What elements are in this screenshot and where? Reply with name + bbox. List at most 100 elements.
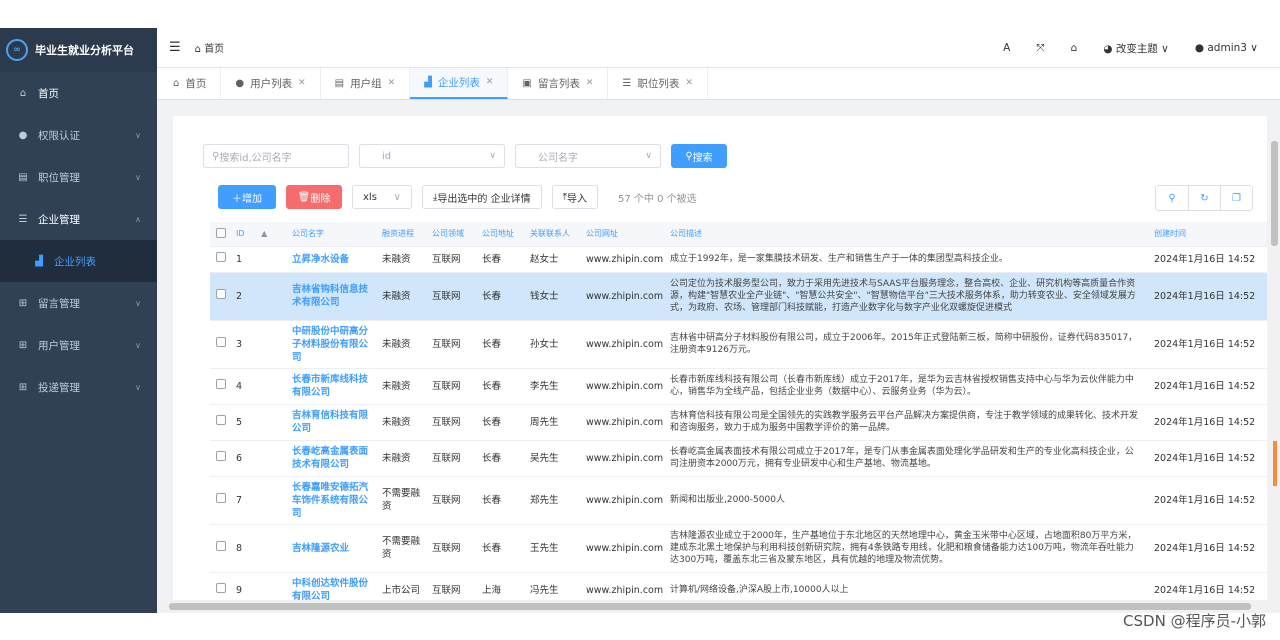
row-checkbox[interactable] — [216, 451, 226, 461]
tab-user-list[interactable]: ● 用户列表 ✕ — [221, 67, 321, 99]
close-icon[interactable]: ✕ — [685, 78, 693, 88]
scrollbar-thumb[interactable] — [1271, 141, 1278, 246]
row-select-cell[interactable] — [210, 440, 230, 477]
sidebar-item-home[interactable]: ⌂ 首页 — [0, 72, 157, 114]
delete-button[interactable]: 🗑 删除 — [286, 185, 342, 209]
hamburger-icon[interactable]: ☰ — [169, 40, 181, 55]
row-select-cell[interactable] — [210, 476, 230, 525]
column-header[interactable]: ID ▲ — [230, 222, 286, 247]
chevron-down-icon: ∨ — [135, 172, 141, 182]
company-name-link[interactable]: 长春屹高金属表面技术有限公司 — [286, 440, 376, 477]
table-row[interactable]: 2 吉林省钩科信息技术有限公司 未融资 互联网 长春 钱女士 www.zhipi… — [210, 272, 1267, 321]
sidebar-item-users[interactable]: ⊞ 用户管理 ∨ — [0, 324, 157, 366]
row-checkbox[interactable] — [216, 541, 226, 551]
row-select-cell[interactable] — [210, 246, 230, 273]
column-header[interactable]: 公司名字 — [286, 222, 376, 247]
column-header[interactable]: 公司领域 — [426, 222, 476, 247]
company-name-link[interactable]: 吉林省钩科信息技术有限公司 — [286, 272, 376, 321]
tab-job-list[interactable]: ☰ 职位列表 ✕ — [608, 67, 708, 99]
column-header[interactable]: 公司描述 — [664, 222, 1148, 247]
horizontal-scrollbar[interactable] — [157, 600, 1267, 613]
tab-company-list[interactable]: ▟ 企业列表 ✕ — [410, 67, 509, 99]
table-row[interactable]: 5 吉林育信科技有限公司 未融资 互联网 长春 周先生 www.zhipin.c… — [210, 404, 1267, 441]
row-select-cell[interactable] — [210, 572, 230, 601]
format-select[interactable]: xls ∨ — [352, 185, 412, 209]
close-icon[interactable]: ✕ — [586, 78, 594, 88]
company-name-link[interactable]: 长春嘉唯安德拓汽车饰件系统有限公司 — [286, 476, 376, 525]
export-button[interactable]: ⤓ 导出选中的 企业详情 — [422, 185, 542, 209]
table-row[interactable]: 7 长春嘉唯安德拓汽车饰件系统有限公司 不需要融资 互联网 长春 郑先生 www… — [210, 476, 1267, 525]
row-checkbox[interactable] — [216, 337, 226, 347]
table-row[interactable]: 6 长春屹高金属表面技术有限公司 未融资 互联网 长春 吴先生 www.zhip… — [210, 440, 1267, 477]
tab-message-list[interactable]: ▣ 留言列表 ✕ — [508, 67, 609, 99]
row-checkbox[interactable] — [216, 493, 226, 503]
company-name-link[interactable]: 吉林隆源农业 — [286, 524, 376, 573]
theme-dropdown[interactable]: ◕ 改变主题 ∨ — [1103, 41, 1169, 56]
company-name-link[interactable]: 中科创达软件股份有限公司 — [286, 572, 376, 601]
keyword-search-input[interactable]: ⚲ 搜索id,公司名字 — [203, 144, 349, 168]
company-name-link[interactable]: 立昇净水设备 — [286, 246, 376, 273]
sidebar-item-label: 权限认证 — [38, 129, 80, 142]
close-icon[interactable]: ✕ — [298, 78, 306, 88]
refresh-icon[interactable]: ↻ — [1188, 186, 1220, 210]
company-name-link[interactable]: 长春市新库线科技有限公司 — [286, 368, 376, 405]
search-icon[interactable]: ⚲ — [1156, 186, 1188, 210]
tab-home[interactable]: ⌂ 首页 — [159, 67, 222, 99]
scrollbar-thumb[interactable] — [169, 603, 1251, 610]
row-select-cell[interactable] — [210, 368, 230, 405]
home-icon[interactable]: ⌂ — [1071, 42, 1078, 54]
column-header[interactable]: 关联联系人 — [524, 222, 580, 247]
row-checkbox[interactable] — [216, 583, 226, 593]
sidebar-item-company[interactable]: ☰ 企业管理 ∧ — [0, 198, 157, 240]
columns-icon[interactable]: ❐ — [1220, 186, 1252, 210]
id-select[interactable]: id ∨ — [359, 144, 505, 168]
add-button[interactable]: ＋ 增加 — [218, 185, 276, 209]
company-name-select[interactable]: 公司名字 ∨ — [515, 144, 661, 168]
row-checkbox[interactable] — [216, 289, 226, 299]
main-area: ☰ ⌂ 首页 A ⤧ ⌂ ◕ 改变主题 ∨ ● admin3 ∨ ⌂ 首页 ● 用户… — [157, 28, 1280, 613]
vertical-scrollbar[interactable] — [1269, 141, 1280, 613]
breadcrumb-home[interactable]: 首页 — [204, 44, 224, 55]
field-cell: 互联网 — [426, 572, 476, 601]
column-header[interactable]: 创建时间 — [1148, 222, 1267, 247]
import-button[interactable]: ⤒ 导入 — [551, 185, 599, 209]
font-size-icon[interactable]: A — [1003, 42, 1010, 54]
sort-icon[interactable]: ▲ — [261, 229, 267, 238]
company-name-link[interactable]: 中研股份中研高分子材料股份有限公司 — [286, 320, 376, 369]
table-row[interactable]: 8 吉林隆源农业 不需要融资 互联网 长春 王先生 www.zhipin.com… — [210, 524, 1267, 573]
id-placeholder: id — [382, 150, 392, 162]
row-select-cell[interactable] — [210, 524, 230, 573]
row-checkbox[interactable] — [216, 415, 226, 425]
sidebar-item-messages[interactable]: ⊞ 留言管理 ∨ — [0, 282, 157, 324]
column-header[interactable]: 公司网址 — [580, 222, 664, 247]
select-all-checkbox[interactable] — [216, 227, 226, 238]
table-row[interactable]: 4 长春市新库线科技有限公司 未融资 互联网 长春 李先生 www.zhipin… — [210, 368, 1267, 405]
row-select-cell[interactable] — [210, 320, 230, 369]
select-all-cell[interactable] — [210, 222, 230, 247]
sidebar-item-company-list[interactable]: ▟ 企业列表 — [0, 240, 157, 282]
user-dropdown[interactable]: ● admin3 ∨ — [1195, 42, 1258, 54]
field-cell: 互联网 — [426, 272, 476, 321]
address-cell: 长春 — [476, 476, 524, 525]
row-checkbox[interactable] — [216, 252, 226, 262]
sidebar-item-delivery[interactable]: ⊞ 投递管理 ∨ — [0, 366, 157, 408]
table-row[interactable]: 3 中研股份中研高分子材料股份有限公司 未融资 互联网 长春 孙女士 www.z… — [210, 320, 1267, 369]
sidebar-item-auth[interactable]: ● 权限认证 ∨ — [0, 114, 157, 156]
top-blank — [0, 0, 1280, 28]
id-cell: 1 — [230, 246, 286, 273]
column-header[interactable]: 公司地址 — [476, 222, 524, 247]
sidebar-item-jobs[interactable]: ▤ 职位管理 ∨ — [0, 156, 157, 198]
address-cell: 长春 — [476, 524, 524, 573]
close-icon[interactable]: ✕ — [486, 77, 494, 87]
row-checkbox[interactable] — [216, 379, 226, 389]
table-row[interactable]: 1 立昇净水设备 未融资 互联网 长春 赵女士 www.zhipin.com 成… — [210, 246, 1267, 273]
close-icon[interactable]: ✕ — [388, 78, 396, 88]
fullscreen-icon[interactable]: ⤧ — [1036, 42, 1044, 55]
column-header[interactable]: 融资进程 — [376, 222, 426, 247]
company-name-link[interactable]: 吉林育信科技有限公司 — [286, 404, 376, 441]
table-row[interactable]: 9 中科创达软件股份有限公司 上市公司 互联网 上海 冯先生 www.zhipi… — [210, 572, 1267, 601]
row-select-cell[interactable] — [210, 404, 230, 441]
search-button[interactable]: ⚲ 搜索 — [671, 144, 727, 168]
row-select-cell[interactable] — [210, 272, 230, 321]
tab-user-group[interactable]: ▤ 用户组 ✕ — [321, 67, 411, 99]
